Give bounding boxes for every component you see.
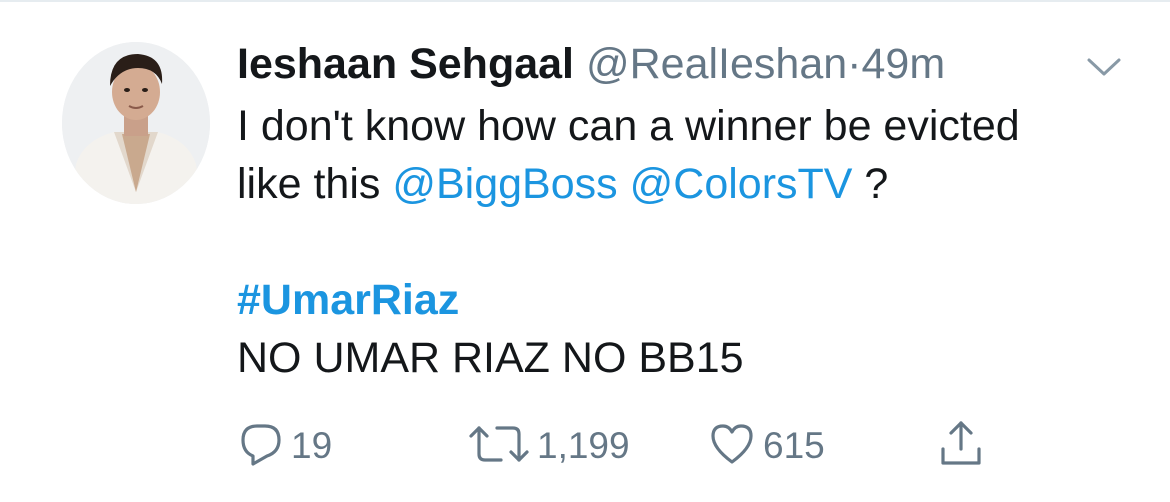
tweet-header: Ieshaan Sehgaal @RealIeshan·49m: [237, 36, 945, 92]
retweet-button[interactable]: 1,199: [467, 420, 630, 472]
tweet-text-prefix: like this: [237, 160, 393, 208]
reply-button[interactable]: 19: [237, 420, 332, 472]
tweet-actions: 19 1,199 615: [237, 420, 1037, 472]
display-name[interactable]: Ieshaan Sehgaal: [237, 40, 574, 88]
hashtag-link[interactable]: #UmarRiaz: [237, 271, 1137, 329]
share-icon: [937, 419, 985, 474]
like-count: 615: [763, 425, 825, 466]
avatar-photo: [62, 42, 210, 204]
reply-count: 19: [291, 425, 333, 466]
chevron-down-icon[interactable]: [1085, 52, 1123, 80]
retweet-icon: [467, 420, 531, 473]
tweet-text-suffix: ?: [852, 160, 889, 208]
like-button[interactable]: 615: [707, 420, 825, 472]
mention-link-colorstv[interactable]: @ColorsTV: [630, 160, 853, 208]
tweet-text-line-4: NO UMAR RIAZ NO BB15: [237, 334, 744, 382]
tweet-card[interactable]: Ieshaan Sehgaal @RealIeshan·49m I don't …: [0, 0, 1170, 502]
heart-icon: [707, 420, 757, 473]
retweet-count: 1,199: [537, 425, 630, 466]
avatar[interactable]: [62, 42, 210, 204]
tweet-text-line-1: I don't know how can a winner be evicted: [237, 102, 1020, 150]
tweet-text-line-2: like this @BiggBoss @ColorsTV ?: [237, 155, 1137, 213]
mention-link-biggboss[interactable]: @BiggBoss: [392, 160, 617, 208]
separator-dot: ·: [847, 40, 862, 88]
share-button[interactable]: [937, 420, 985, 472]
timestamp[interactable]: 49m: [861, 40, 945, 88]
reply-icon: [237, 420, 285, 473]
tweet-text: I don't know how can a winner be evicted…: [237, 97, 1137, 387]
user-handle[interactable]: @RealIeshan: [586, 40, 847, 88]
